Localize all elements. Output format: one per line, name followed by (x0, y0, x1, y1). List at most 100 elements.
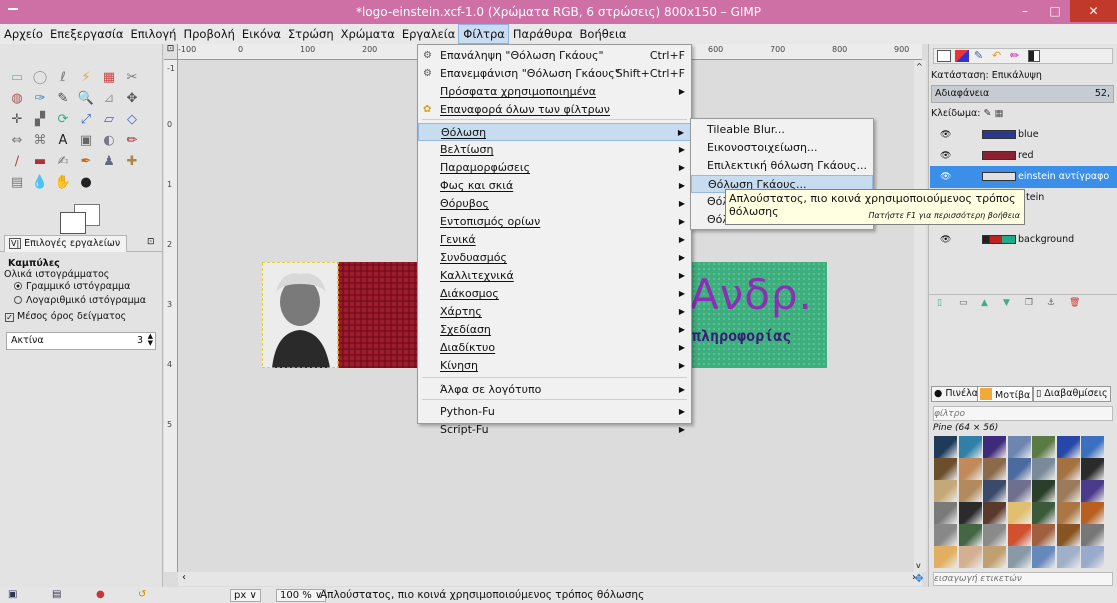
pattern-swatch[interactable] (1007, 524, 1031, 546)
scroll-left-icon[interactable]: ‹ (182, 572, 186, 583)
minimize-button[interactable]: – (1010, 0, 1040, 22)
log-histogram-radio[interactable]: Λογαριθμικό ιστόγραμμα (14, 295, 146, 306)
delete-options-icon[interactable]: ● (96, 589, 105, 600)
anchor-layer-icon[interactable]: ⚓ (1047, 298, 1055, 308)
pattern-swatch[interactable] (1032, 502, 1055, 524)
vertical-scrollbar[interactable]: ^ v (914, 60, 926, 572)
pattern-swatch[interactable] (1032, 524, 1055, 546)
pattern-swatch[interactable] (1081, 480, 1104, 502)
filters-menu-item[interactable]: Script-Fu ▶ (418, 421, 691, 439)
pattern-swatch[interactable] (1081, 524, 1104, 546)
crop-icon[interactable]: ▞ (31, 110, 49, 128)
airbrush-icon[interactable]: ✍ (54, 152, 72, 170)
tab-brushes[interactable]: ● Πινέλα (931, 386, 981, 402)
perspective-clone-icon[interactable]: ▤ (8, 173, 26, 191)
filters-menu-item[interactable]: Γενικά ▶ (418, 231, 691, 249)
rotate-icon[interactable]: ⟳ (54, 110, 72, 128)
filters-menu-item[interactable]: Άλφα σε λογότυπο ▶ (418, 381, 691, 399)
raise-layer-icon[interactable]: ▲ (981, 298, 988, 308)
sample-average-checkbox[interactable]: ✓ Μέσος όρος δείγματος (5, 311, 126, 322)
lock-alpha-icon[interactable]: ▦ (995, 108, 1004, 119)
filters-menu-item[interactable]: Βελτίωση ▶ (418, 141, 691, 159)
unit-select[interactable]: px ∨ (230, 589, 261, 602)
filters-menu-item[interactable]: ⚙ Επανεμφάνιση "Θόλωση Γκάους" Shift+Ctrl+… (418, 65, 691, 83)
pattern-swatch[interactable] (958, 524, 982, 546)
linear-histogram-radio[interactable]: Γραμμικό ιστόγραμμα (14, 281, 130, 292)
brush-tab-icon[interactable]: ✏ (1010, 49, 1019, 62)
tab-tool-options[interactable]: V| Επιλογές εργαλείων (4, 235, 128, 252)
rect-select-icon[interactable]: ▭ (8, 68, 26, 86)
pattern-swatch[interactable] (1056, 436, 1080, 458)
foreground-color-swatch[interactable] (60, 212, 86, 234)
pattern-swatch[interactable] (934, 546, 957, 568)
channels-tab-icon[interactable] (955, 50, 969, 62)
paths-tab-icon[interactable]: ✎ (974, 49, 983, 62)
navigate-icon[interactable]: ✥ (912, 572, 926, 586)
paintbrush-icon[interactable]: ∕ (8, 152, 26, 170)
filters-menu-item[interactable]: Χάρτης ▶ (418, 303, 691, 321)
filters-menu-item[interactable]: Παραμορφώσεις ▶ (418, 159, 691, 177)
zoom-icon[interactable]: 🔍 (77, 89, 95, 107)
pencil-icon[interactable]: ✏ (123, 131, 141, 149)
pattern-swatch[interactable] (983, 546, 1006, 568)
clone-icon[interactable]: ♟ (100, 152, 118, 170)
filters-menu-item[interactable]: Κίνηση ▶ (418, 357, 691, 375)
layer-row[interactable]: 👁 background (930, 229, 1117, 251)
visibility-eye-icon[interactable]: 👁 (940, 130, 951, 140)
images-tab-icon[interactable] (1028, 50, 1040, 62)
pattern-grid[interactable] (934, 436, 1106, 568)
filters-menu-item[interactable]: Εντοπισμός ορίων ▶ (418, 213, 691, 231)
duplicate-layer-icon[interactable]: ❐ (1025, 298, 1033, 308)
lower-layer-icon[interactable]: ▼ (1003, 298, 1010, 308)
radius-spinbox[interactable]: Ακτίνα 3 ▲ ▼ (6, 332, 156, 350)
bucket-fill-icon[interactable]: ▣ (77, 131, 95, 149)
pattern-swatch[interactable] (983, 436, 1006, 458)
pattern-swatch[interactable] (983, 524, 1006, 546)
zoom-select[interactable]: 100 % ∨ (276, 589, 327, 602)
text-icon[interactable]: A (54, 131, 72, 149)
layer-row[interactable]: 👁 blue (930, 124, 1117, 146)
pattern-swatch[interactable] (958, 546, 982, 568)
measure-icon[interactable]: ⊿ (100, 89, 118, 107)
pattern-swatch[interactable] (1081, 502, 1104, 524)
eraser-icon[interactable]: ▬ (31, 152, 49, 170)
layers-tab-icon[interactable] (937, 50, 951, 62)
visibility-eye-icon[interactable]: 👁 (940, 151, 951, 161)
pattern-swatch[interactable] (1007, 502, 1031, 524)
filters-menu-item[interactable]: Θόλωση ▶ (418, 123, 691, 141)
ink-icon[interactable]: ✒ (77, 152, 95, 170)
scale-icon[interactable]: ⤢ (77, 110, 95, 128)
smudge-icon[interactable]: ✋ (54, 173, 72, 191)
pattern-swatch[interactable] (983, 502, 1006, 524)
free-select-icon[interactable]: ℓ (54, 68, 72, 86)
color-picker-icon[interactable]: ✎ (54, 89, 72, 107)
pattern-swatch[interactable] (934, 480, 957, 502)
pattern-swatch[interactable] (958, 458, 982, 480)
fuzzy-select-icon[interactable]: ⚡ (77, 68, 95, 86)
shear-icon[interactable]: ▱ (100, 110, 118, 128)
pattern-swatch[interactable] (1032, 436, 1055, 458)
menu-image[interactable]: Εικόνα (238, 24, 284, 44)
tag-input[interactable] (933, 572, 1113, 586)
layer-row[interactable]: 👁 einstein αντίγραφο (930, 166, 1117, 188)
visibility-eye-icon[interactable]: 👁 (940, 235, 951, 245)
opacity-field[interactable]: Αδιαφάνεια 52, (931, 85, 1114, 103)
flip-icon[interactable]: ⇔ (8, 131, 26, 149)
tab-gradients[interactable]: ▯ Διαβαθμίσεις (1033, 386, 1111, 402)
filters-menu-item[interactable]: Φως και σκιά ▶ (418, 177, 691, 195)
pattern-swatch[interactable] (1056, 502, 1080, 524)
blur-menu-item[interactable]: Εικονοστοιχείωση... (691, 139, 873, 157)
close-button[interactable]: ✕ (1070, 0, 1117, 22)
new-layer-icon[interactable]: ▯ (937, 298, 942, 308)
pattern-swatch[interactable] (1056, 524, 1080, 546)
restore-options-icon[interactable]: ▤ (52, 589, 61, 600)
filters-menu-item[interactable]: ⚙ Επανάληψη "Θόλωση Γκάους" Ctrl+F (418, 47, 691, 65)
pattern-swatch[interactable] (958, 436, 982, 458)
pattern-swatch[interactable] (1032, 458, 1055, 480)
horizontal-scrollbar[interactable]: ‹ › (178, 572, 922, 586)
blur-icon[interactable]: 💧 (31, 173, 49, 191)
perspective-icon[interactable]: ◇ (123, 110, 141, 128)
pattern-swatch[interactable] (958, 502, 982, 524)
menu-filters[interactable]: Φίλτρα (458, 24, 509, 44)
visibility-eye-icon[interactable]: 👁 (940, 172, 951, 182)
